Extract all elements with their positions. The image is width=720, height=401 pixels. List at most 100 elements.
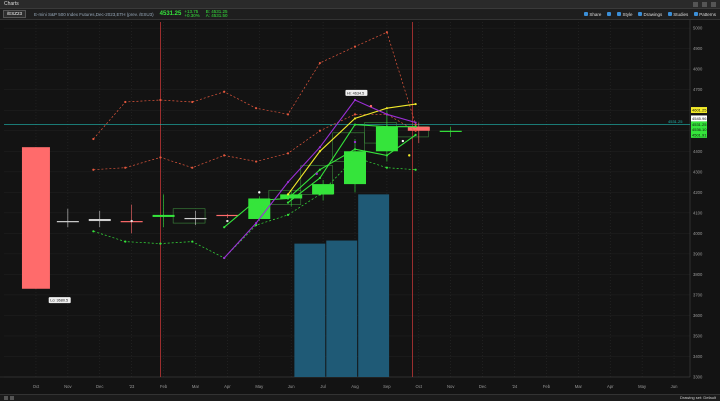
marker-point (130, 219, 133, 223)
symbol-description: E-mini S&P 500 Index Futures,Dec-2023,ET… (34, 11, 154, 17)
series-point (92, 137, 95, 141)
x-tick-label: Jun (288, 384, 295, 389)
volume-bar (358, 194, 390, 377)
x-tick-label: Oct (33, 384, 40, 389)
series-point (124, 166, 127, 169)
series-point (385, 154, 389, 157)
current-price-text: 4531.25 (668, 119, 683, 124)
price-change-pct: +0.30% (184, 13, 200, 18)
x-tick-label: May (255, 384, 264, 389)
series-point (223, 256, 226, 260)
y-tick-label: 3900 (693, 251, 703, 256)
patterns-label: Patterns (699, 11, 716, 17)
marker-point (258, 191, 261, 194)
y-tick-label: 3500 (693, 333, 703, 338)
style-icon (617, 12, 622, 16)
series-point (191, 100, 194, 104)
share-label: Share (589, 11, 602, 17)
y-tick-label: 4000 (693, 231, 703, 236)
price-label-text: 4601.25 (692, 108, 707, 113)
annotation-label: Lo: 3680.5 (48, 297, 71, 304)
toolbar-buttons: Share Style Drawings Studies Patterns (584, 12, 716, 17)
marker-point (401, 139, 405, 143)
series-point (159, 242, 162, 245)
share-button[interactable]: Share (584, 12, 601, 17)
patterns-button[interactable]: Patterns (694, 12, 716, 17)
close-icon[interactable] (711, 1, 716, 7)
candle-body (88, 218, 111, 222)
candle-body (407, 126, 430, 131)
x-tick-label: Sep (383, 384, 391, 389)
x-tick-label: Oct (416, 384, 423, 389)
share-icon (584, 12, 589, 16)
candle-body (439, 130, 462, 132)
gear-icon (607, 12, 612, 16)
x-tick-label: Apr (607, 384, 614, 389)
last-price: 4531.25 (159, 11, 182, 17)
marker-point (226, 219, 229, 223)
y-tick-label: 3400 (693, 354, 703, 359)
series-point (254, 160, 258, 163)
x-tick-label: Dec (96, 384, 103, 389)
marker-point (408, 154, 411, 157)
candle-body (344, 151, 366, 185)
minimize-icon[interactable] (693, 1, 698, 7)
series-point (318, 150, 322, 153)
studies-label: Studies (673, 11, 689, 17)
studies-icon (668, 12, 673, 16)
series-point (385, 31, 389, 34)
series-point (318, 193, 322, 196)
price-label-text: 4545.96 (692, 116, 707, 121)
style-label: Style (622, 11, 633, 17)
crosshair-icon[interactable] (10, 395, 14, 400)
y-tick-label: 3800 (693, 272, 703, 277)
series-point (286, 113, 290, 116)
series-point (124, 100, 127, 104)
series-point (286, 152, 290, 155)
drawings-button[interactable]: Drawings (638, 12, 662, 17)
series-point (414, 123, 417, 126)
x-tick-label: Apr (224, 384, 231, 389)
series-point (191, 240, 194, 243)
maximize-icon[interactable] (702, 1, 707, 7)
series-point (414, 129, 417, 132)
series-point (414, 121, 417, 124)
chart-toolbar: /ESZ23 E-mini S&P 500 Index Futures,Dec-… (0, 9, 720, 20)
x-tick-label: Aug (351, 384, 359, 389)
candle-body (152, 214, 175, 217)
series-point (414, 168, 417, 171)
x-tick-label: Mar (192, 384, 200, 389)
series-point (353, 113, 357, 116)
volume-bar (326, 240, 358, 377)
marker-point (315, 172, 318, 176)
y-tick-label: 4200 (693, 190, 703, 195)
x-tick-label: Mar (575, 384, 583, 389)
ask-price: A: 4531.50 (205, 13, 228, 18)
style-button[interactable]: Style (617, 12, 632, 17)
y-tick-label: 4700 (693, 87, 703, 92)
price-chart[interactable]: 5000490048004700460045004400430042004100… (0, 20, 720, 394)
candle-body (56, 221, 79, 223)
drawing-set-label[interactable]: Drawing set: Default (680, 395, 716, 400)
series-point (223, 90, 226, 93)
settings-button[interactable] (607, 12, 612, 17)
series-point (353, 123, 357, 126)
y-tick-label: 3700 (693, 292, 703, 297)
x-tick-label: Dec (479, 384, 486, 389)
series-point (159, 98, 162, 102)
patterns-icon (694, 12, 699, 16)
x-tick-label: Nov (447, 384, 455, 389)
series-point (385, 107, 389, 110)
studies-button[interactable]: Studies (668, 12, 688, 17)
series-point (414, 125, 417, 128)
drawings-label: Drawings (643, 11, 663, 17)
series-point (286, 201, 290, 204)
y-tick-label: 4900 (693, 46, 703, 51)
window-title: Charts (4, 1, 19, 7)
symbol-input[interactable]: /ESZ23 (3, 10, 27, 18)
x-tick-label: '24 (512, 384, 518, 389)
series-point (353, 117, 357, 120)
series-point (254, 107, 258, 110)
series-point (353, 98, 357, 102)
zoom-icon[interactable] (4, 395, 8, 400)
